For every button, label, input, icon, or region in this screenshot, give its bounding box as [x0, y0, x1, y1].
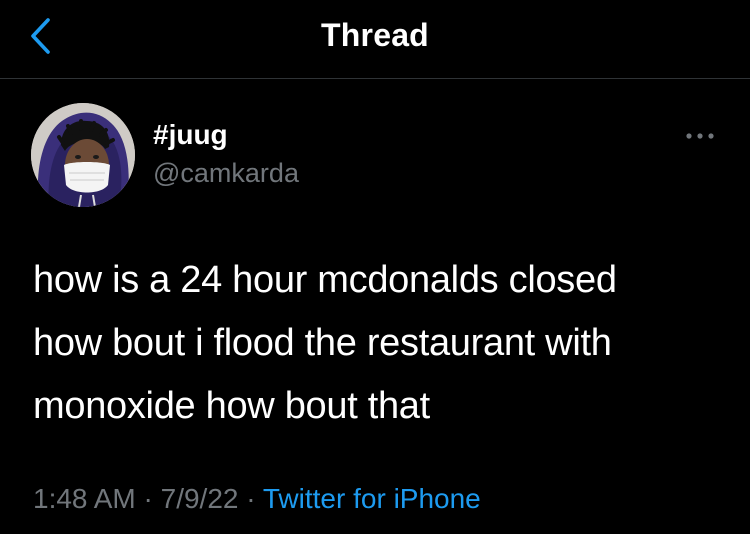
tweet-text-line: how is a 24 hour mcdonalds closed — [33, 259, 617, 301]
page-title: Thread — [321, 17, 429, 53]
tweet-metadata: 1:48 AM · 7/9/22 · Twitter for iPhone — [33, 481, 481, 517]
tweet-date: 7/9/22 — [160, 483, 239, 514]
tweet-source-link[interactable]: Twitter for iPhone — [263, 483, 481, 514]
more-options-button[interactable] — [680, 124, 720, 148]
top-bar: Thread — [0, 0, 750, 79]
tweet-time: 1:48 AM — [33, 483, 136, 514]
profile-photo — [31, 103, 135, 207]
display-name[interactable]: #juug — [153, 118, 228, 152]
meta-separator: · — [143, 483, 153, 514]
tweet-text-line: how bout i flood the restaurant with — [33, 322, 612, 364]
tweet-text: how is a 24 hour mcdonalds closed how bo… — [33, 249, 733, 438]
user-handle[interactable]: @camkarda — [153, 157, 299, 189]
meta-separator: · — [246, 483, 256, 514]
more-horizontal-icon — [686, 133, 714, 139]
tweet-text-line: monoxide how bout that — [33, 385, 430, 427]
avatar[interactable] — [31, 103, 135, 207]
